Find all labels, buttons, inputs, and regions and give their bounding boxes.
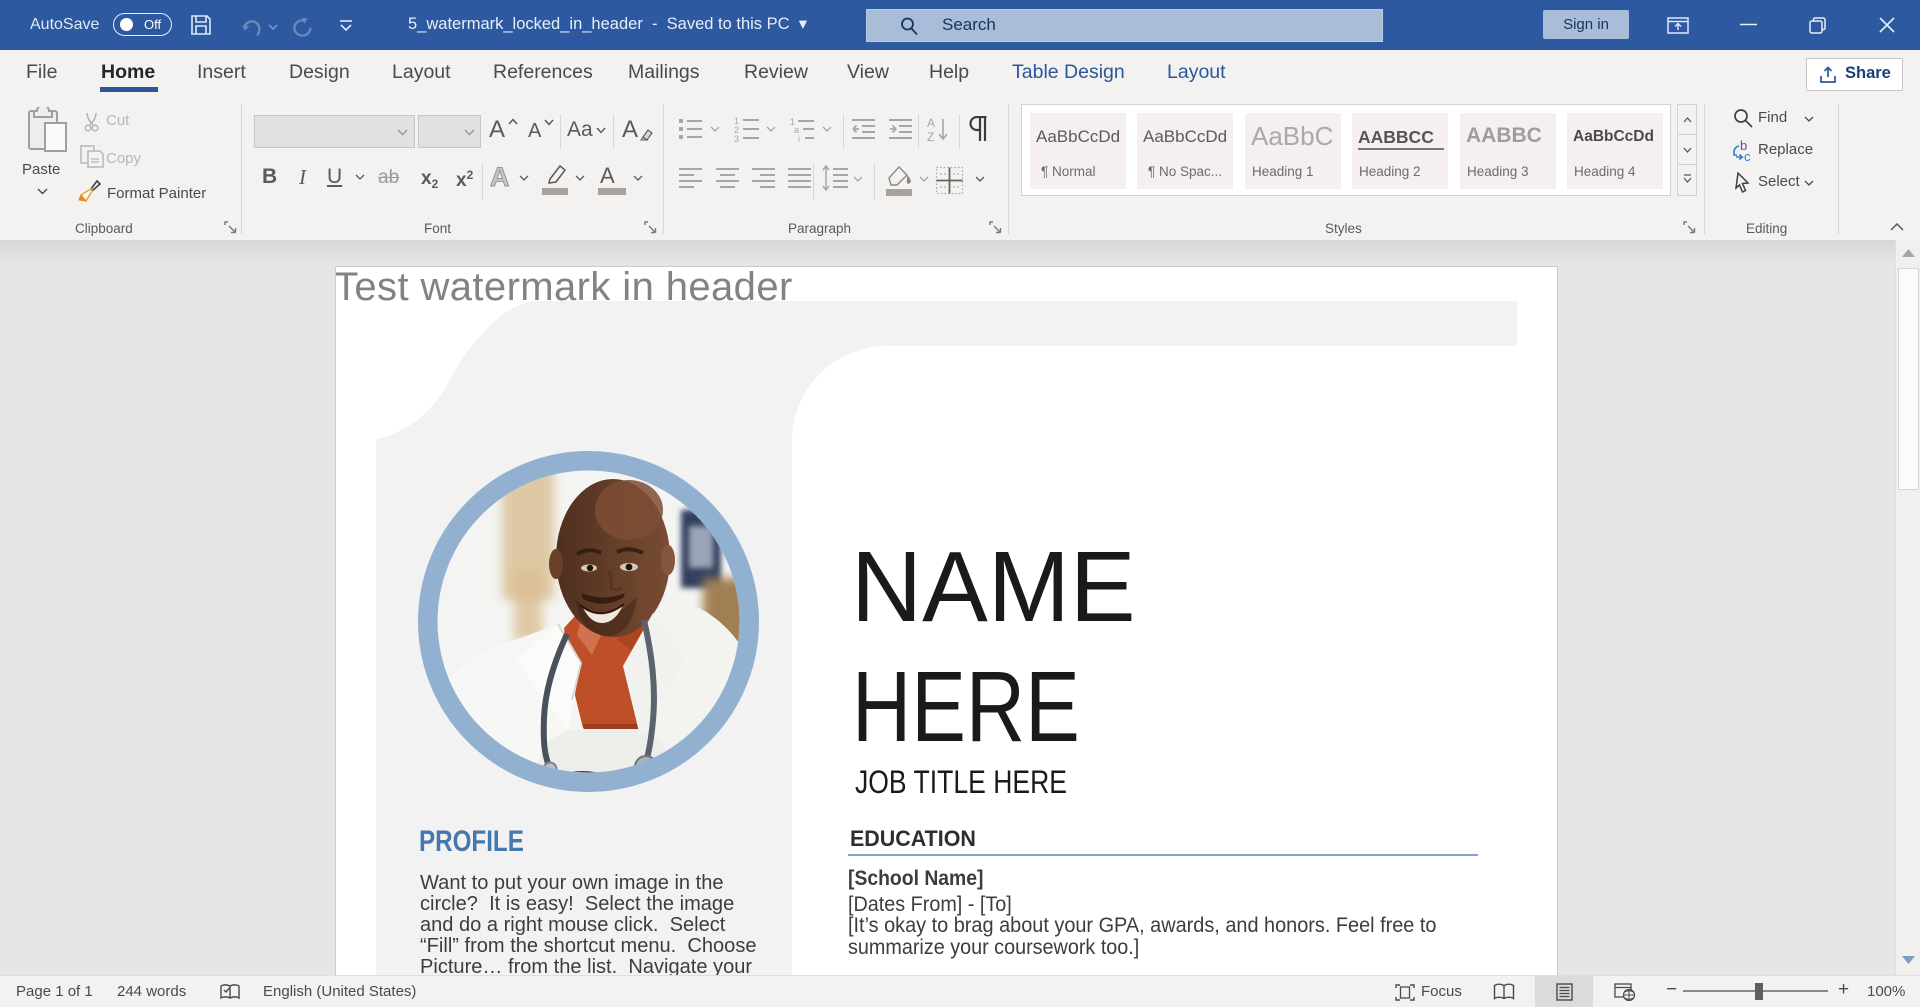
svg-text:i: i	[798, 134, 800, 142]
svg-text:3: 3	[734, 134, 739, 142]
svg-text:A: A	[927, 116, 935, 130]
svg-text:Z: Z	[927, 130, 934, 143]
svg-text:c: c	[1744, 149, 1751, 162]
